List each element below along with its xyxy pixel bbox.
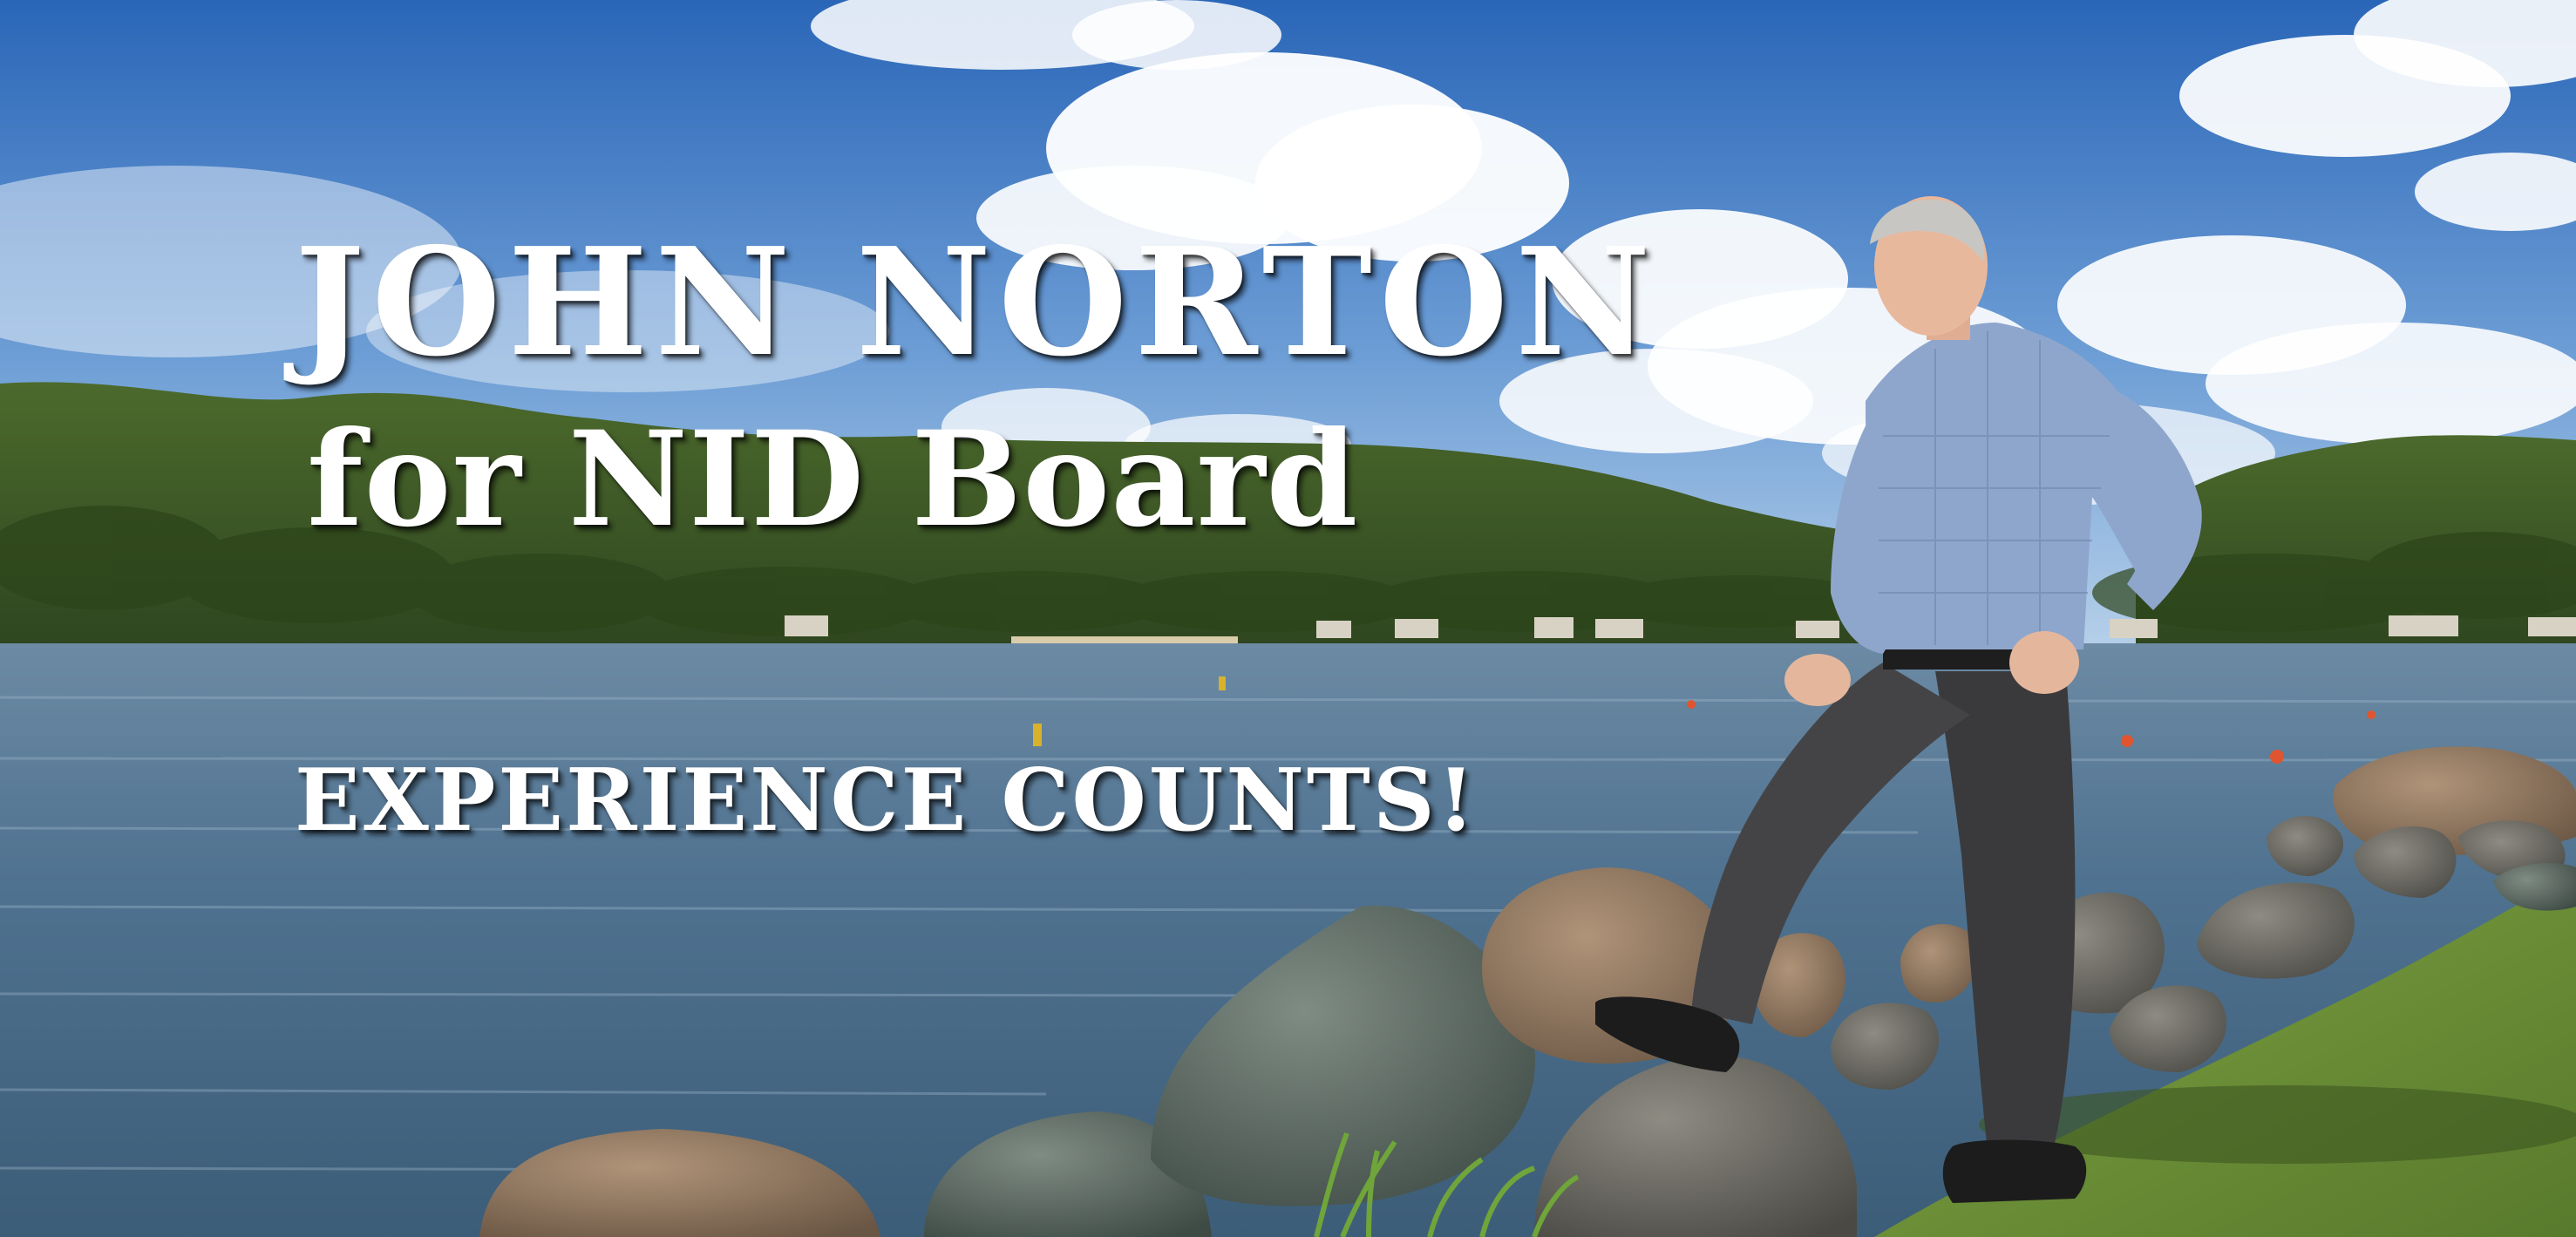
campaign-banner: JOHN NORTON for NID Board EXPERIENCE COU…	[0, 0, 2576, 1237]
candidate-name-heading: JOHN NORTON	[295, 215, 1658, 390]
slogan-text: EXPERIENCE COUNTS!	[295, 751, 1478, 851]
lakeside-photo	[0, 0, 2576, 1237]
office-subheading: for NID Board	[307, 403, 1359, 556]
